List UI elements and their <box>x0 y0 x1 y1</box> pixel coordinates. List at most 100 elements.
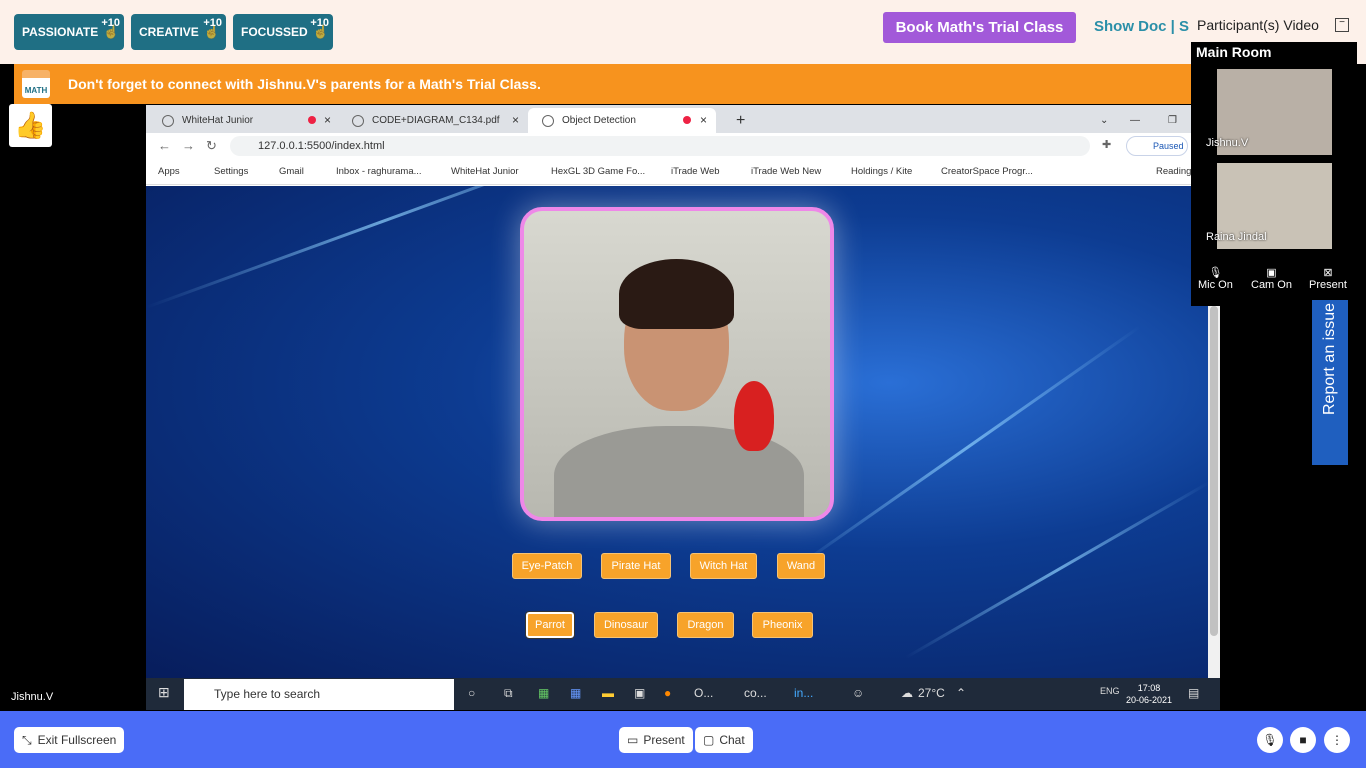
monitor-icon: ▭ <box>627 733 639 747</box>
word-icon[interactable]: ▦ <box>570 686 581 700</box>
restore-icon[interactable]: ❐ <box>1154 108 1177 133</box>
close-icon[interactable]: × <box>512 113 519 127</box>
present-button[interactable]: ▭ Present <box>619 727 693 753</box>
reload-icon[interactable]: ↻ <box>206 138 217 154</box>
bookmark-apps[interactable]: Apps <box>158 166 180 177</box>
notification-icon[interactable]: ▤ <box>1188 686 1199 700</box>
close-icon[interactable]: × <box>700 113 707 127</box>
excel-icon[interactable]: ▦ <box>538 686 549 700</box>
badge-points: +10 <box>101 17 120 29</box>
minimize-icon[interactable]: — <box>1116 108 1140 133</box>
left-panel <box>0 104 146 711</box>
bookmark-settings[interactable]: Settings <box>214 166 248 177</box>
dinosaur-button[interactable]: Dinosaur <box>594 612 658 638</box>
chrome-window[interactable]: O... <box>694 686 713 700</box>
mic-on-button[interactable]: 🎙 Mic On <box>1198 266 1233 291</box>
windows-taskbar: ⊞ Type here to search ○ ⧉ ▦ ▦ ▬ ▣ ● O...… <box>146 678 1220 710</box>
cam-label: Cam On <box>1251 279 1292 291</box>
site-icon <box>542 114 554 127</box>
address-bar: ← → ↻ 127.0.0.1:5500/index.html ✚ Paused <box>146 133 1220 159</box>
book-trial-button[interactable]: Book Math's Trial Class <box>883 12 1076 43</box>
mic-icon[interactable]: 🎙 <box>1257 727 1283 753</box>
taskbar-clock[interactable]: 17:08 20-06-2021 <box>1126 682 1172 706</box>
thumbs-up-button[interactable]: 👍 <box>9 104 52 147</box>
show-doc-link[interactable]: Show Doc | S <box>1094 18 1189 35</box>
bookmark-itrade-new[interactable]: iTrade Web New <box>751 166 821 177</box>
screen-share-icon: ⊠ <box>1323 267 1333 279</box>
badge-points: +10 <box>310 17 329 29</box>
badge-label: CREATIVE <box>139 25 199 39</box>
dragon-button[interactable]: Dragon <box>677 612 734 638</box>
chat-button[interactable]: ▢ Chat <box>695 727 753 753</box>
pheonix-button[interactable]: Pheonix <box>752 612 813 638</box>
forward-icon[interactable]: → <box>182 138 195 153</box>
recording-icon <box>683 116 691 124</box>
camera-icon[interactable]: ■ <box>1290 727 1316 753</box>
weather-icon[interactable]: ☁ <box>901 686 913 700</box>
bookmark-hexgl[interactable]: HexGL 3D Game Fo... <box>551 166 645 177</box>
tab-search-icon[interactable]: ⌄ <box>1086 108 1108 133</box>
app-icon[interactable]: ▣ <box>634 686 645 700</box>
tab-title: WhiteHat Junior <box>182 115 254 126</box>
more-options-icon[interactable]: ⋮ <box>1324 727 1350 753</box>
present-label: Present <box>643 733 685 747</box>
bookmark-creatorspace[interactable]: CreatorSpace Progr... <box>941 166 1033 177</box>
close-icon[interactable]: × <box>324 113 331 127</box>
profile-button[interactable]: Paused <box>1126 136 1188 156</box>
room-name: Main Room <box>1196 44 1272 60</box>
scroll-thumb[interactable] <box>1210 306 1218 636</box>
exit-fullscreen-button[interactable]: ⤡ Exit Fullscreen <box>14 727 125 753</box>
participant-panel-header: Participant(s) Video − <box>1191 8 1357 42</box>
shared-screen: WhiteHat Junior × CODE+DIAGRAM_C134.pdf … <box>146 105 1220 710</box>
browser-tab-bar: WhiteHat Junior × CODE+DIAGRAM_C134.pdf … <box>146 105 1220 133</box>
vscode-window[interactable]: in... <box>794 686 813 700</box>
cortana-icon[interactable]: ○ <box>468 686 475 700</box>
minimize-icon[interactable]: − <box>1335 18 1349 32</box>
windows-start-icon[interactable]: ⊞ <box>158 684 170 701</box>
witch-hat-button[interactable]: Witch Hat <box>690 553 757 579</box>
tab-whitehat[interactable]: WhiteHat Junior × <box>148 108 336 133</box>
tray-icons[interactable]: ⌃ <box>956 686 966 700</box>
pirate-hat-button[interactable]: Pirate Hat <box>601 553 671 579</box>
cam-on-button[interactable]: ▣ Cam On <box>1251 266 1292 291</box>
file-explorer-icon[interactable]: ▬ <box>602 686 614 700</box>
task-view-icon[interactable]: ⧉ <box>504 686 513 701</box>
report-issue-button[interactable]: Report an issue <box>1312 300 1348 465</box>
bottom-toolbar: ⤡ Exit Fullscreen ▭ Present ▢ Chat 🎙 ■ ⋮ <box>0 711 1366 768</box>
participant-name: Raina Jindal <box>1206 231 1267 243</box>
profile-status: Paused <box>1153 141 1184 151</box>
weather-temp[interactable]: 27°C <box>918 686 945 700</box>
url-field[interactable]: 127.0.0.1:5500/index.html <box>230 136 1090 156</box>
tab-title: Object Detection <box>562 115 636 126</box>
tab-pdf[interactable]: CODE+DIAGRAM_C134.pdf × <box>338 108 526 133</box>
language-indicator[interactable]: ENG <box>1100 686 1120 696</box>
parrot-button[interactable]: Parrot <box>525 611 575 639</box>
light-streak <box>905 481 1208 659</box>
chrome-window[interactable]: co... <box>744 686 767 700</box>
people-icon[interactable]: ☺ <box>852 686 864 700</box>
new-tab-icon[interactable]: + <box>722 108 745 133</box>
globe-icon <box>352 114 364 127</box>
search-placeholder: Type here to search <box>214 687 321 701</box>
badge-passionate: PASSIONATE ☝ +10 <box>14 14 124 50</box>
chat-label: Chat <box>719 733 745 747</box>
present-toggle[interactable]: ⊠ Present <box>1309 266 1347 291</box>
url-text: 127.0.0.1:5500/index.html <box>258 140 385 152</box>
bookmark-whitehat[interactable]: WhiteHat Junior <box>451 166 519 177</box>
taskbar-search[interactable]: Type here to search <box>184 679 454 710</box>
chat-icon: ▢ <box>703 733 715 747</box>
firefox-icon[interactable]: ● <box>664 686 671 700</box>
extensions-icon[interactable]: ✚ <box>1102 138 1111 151</box>
bookmark-itrade[interactable]: iTrade Web <box>671 166 720 177</box>
back-icon[interactable]: ← <box>158 138 171 153</box>
tab-title: CODE+DIAGRAM_C134.pdf <box>372 115 500 126</box>
reading-list[interactable]: Reading <box>1156 166 1191 177</box>
report-label: Report an issue <box>1321 302 1338 416</box>
bookmark-holdings[interactable]: Holdings / Kite <box>851 166 912 177</box>
bookmark-inbox[interactable]: Inbox - raghurama... <box>336 166 422 177</box>
bookmark-gmail[interactable]: Gmail <box>279 166 304 177</box>
wand-button[interactable]: Wand <box>777 553 825 579</box>
clock-date: 20-06-2021 <box>1126 695 1173 705</box>
tab-object-detection[interactable]: Object Detection × <box>528 108 716 133</box>
eye-patch-button[interactable]: Eye-Patch <box>512 553 582 579</box>
